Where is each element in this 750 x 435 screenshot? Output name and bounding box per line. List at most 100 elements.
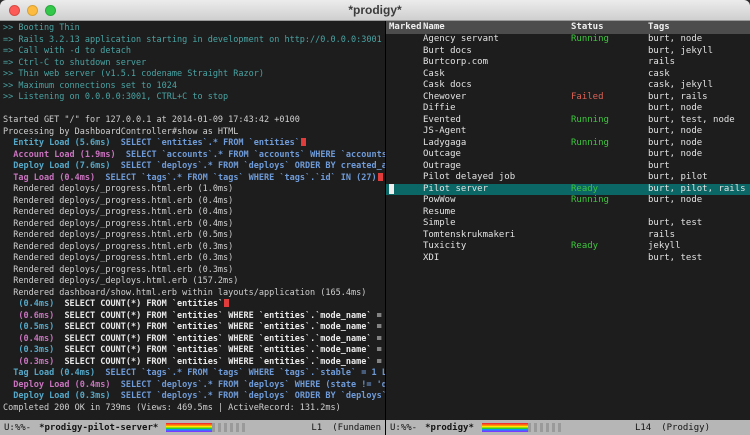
service-name: Tomtenskrukmakeri xyxy=(423,230,571,242)
service-row[interactable]: PowWowRunningburt, node xyxy=(386,195,750,207)
services-list[interactable]: Agency servantRunningburt, nodeBurt docs… xyxy=(386,34,750,420)
column-header-status: Status xyxy=(571,21,648,34)
log-line: Tag Load (0.4ms) SELECT `tags`.* FROM `t… xyxy=(3,173,385,185)
service-row[interactable]: ChewoverFailedburt, rails xyxy=(386,92,750,104)
log-line: Rendered dashboard/show.html.erb within … xyxy=(3,288,385,300)
log-line: Deploy Load (0.3ms) SELECT `deploys`.* F… xyxy=(3,391,385,403)
log-line: => Rails 3.2.13 application starting in … xyxy=(3,35,385,47)
service-tags: burt, test xyxy=(648,253,750,265)
service-row[interactable]: Burtcorp.comrails xyxy=(386,57,750,69)
service-row[interactable]: XDI burt, test xyxy=(386,253,750,265)
service-name: Pilot delayed job xyxy=(423,172,571,184)
service-row[interactable]: Resume xyxy=(386,207,750,219)
service-tags: burt, test xyxy=(648,218,750,230)
service-tags: burt, pilot, rails xyxy=(648,184,750,196)
log-line: Rendered deploys/_progress.html.erb (0.4… xyxy=(3,207,385,219)
service-name: Simple xyxy=(423,218,571,230)
service-status: Ready xyxy=(571,184,648,196)
service-marked-cell xyxy=(386,138,423,150)
log-line: Deploy Load (7.6ms) SELECT `deploys`.* F… xyxy=(3,161,385,173)
service-row[interactable]: JS-Agentburt, node xyxy=(386,126,750,138)
service-row[interactable]: EventedRunningburt, test, node xyxy=(386,115,750,127)
modeline-major-mode: (Fundamen xyxy=(332,423,381,433)
cursor xyxy=(389,184,394,194)
terminal-window: *prodigy* >> Booting Thin=> Rails 3.2.13… xyxy=(0,0,750,435)
service-marked-cell xyxy=(386,126,423,138)
modeline-status-flags: U:%%- xyxy=(4,423,31,433)
service-marked-cell xyxy=(386,92,423,104)
modeline-buffer-name: *prodigy-pilot-server* xyxy=(39,423,158,433)
service-tags: burt, node xyxy=(648,126,750,138)
zoom-button[interactable] xyxy=(45,5,56,16)
service-row[interactable]: Tomtenskrukmakeri rails xyxy=(386,230,750,242)
service-status xyxy=(571,149,648,161)
service-status xyxy=(571,253,648,265)
close-button[interactable] xyxy=(9,5,20,16)
service-name: Agency servant xyxy=(423,34,571,46)
service-name: Resume xyxy=(423,207,571,219)
log-line: Deploy Load (0.4ms) SELECT `deploys`.* F… xyxy=(3,380,385,392)
log-line: Rendered deploys/_deploys.html.erb (157.… xyxy=(3,276,385,288)
prodigy-pane[interactable]: MarkedNameStatusTags Agency servantRunni… xyxy=(386,21,750,435)
log-line: => Ctrl-C to shutdown server xyxy=(3,58,385,70)
service-marked-cell xyxy=(386,103,423,115)
log-line xyxy=(3,104,385,116)
service-row[interactable]: Diffieburt, node xyxy=(386,103,750,115)
service-marked-cell xyxy=(386,195,423,207)
service-row[interactable]: Caskcask xyxy=(386,69,750,81)
service-marked-cell xyxy=(386,69,423,81)
server-log[interactable]: >> Booting Thin=> Rails 3.2.13 applicati… xyxy=(0,21,385,420)
service-status: Running xyxy=(571,195,648,207)
service-row[interactable]: TuxicityReadyjekyll xyxy=(386,241,750,253)
window-title: *prodigy* xyxy=(0,3,750,17)
log-line: Entity Load (5.6ms) SELECT `entities`.* … xyxy=(3,138,385,150)
service-marked-cell xyxy=(386,184,423,196)
service-row[interactable]: Burt docsburt, jekyll xyxy=(386,46,750,58)
service-marked-cell xyxy=(386,57,423,69)
log-line: >> Booting Thin xyxy=(3,23,385,35)
emacs-frame: >> Booting Thin=> Rails 3.2.13 applicati… xyxy=(0,21,750,435)
service-row[interactable]: Outcageburt, node xyxy=(386,149,750,161)
service-tags: rails xyxy=(648,57,750,69)
titlebar[interactable]: *prodigy* xyxy=(0,0,750,21)
service-name: XDI xyxy=(423,253,571,265)
service-row[interactable]: Outrageburt xyxy=(386,161,750,173)
log-line: Rendered deploys/_progress.html.erb (0.3… xyxy=(3,265,385,277)
service-name: Diffie xyxy=(423,103,571,115)
service-marked-cell xyxy=(386,172,423,184)
log-line: Processing by DashboardController#show a… xyxy=(3,127,385,139)
service-name: Chewover xyxy=(423,92,571,104)
log-line: Started GET "/" for 127.0.0.1 at 2014-01… xyxy=(3,115,385,127)
log-line: Rendered deploys/_progress.html.erb (1.0… xyxy=(3,184,385,196)
service-status: Running xyxy=(571,138,648,150)
service-row[interactable]: Cask docscask, jekyll xyxy=(386,80,750,92)
log-line: Rendered deploys/_progress.html.erb (0.4… xyxy=(3,196,385,208)
log-line: (0.4ms) SELECT COUNT(*) FROM `entities` xyxy=(3,299,385,311)
service-row[interactable]: Simple burt, test xyxy=(386,218,750,230)
service-row[interactable]: Agency servantRunningburt, node xyxy=(386,34,750,46)
service-marked-cell xyxy=(386,46,423,58)
log-line: (0.3ms) SELECT COUNT(*) FROM `entities` … xyxy=(3,345,385,357)
log-line: Rendered deploys/_progress.html.erb (0.3… xyxy=(3,253,385,265)
service-tags: rails xyxy=(648,230,750,242)
service-marked-cell xyxy=(386,149,423,161)
service-row[interactable]: LadygagaRunningburt, node xyxy=(386,138,750,150)
log-line: Tag Load (0.4ms) SELECT `tags`.* FROM `t… xyxy=(3,368,385,380)
nyan-track-icon xyxy=(212,423,246,432)
service-row[interactable]: Pilot delayed jobburt, pilot xyxy=(386,172,750,184)
log-line: >> Maximum connections set to 1024 xyxy=(3,81,385,93)
service-status xyxy=(571,69,648,81)
log-pane[interactable]: >> Booting Thin=> Rails 3.2.13 applicati… xyxy=(0,21,386,435)
column-header-name: Name xyxy=(423,21,571,34)
log-line: (0.6ms) SELECT COUNT(*) FROM `entities` … xyxy=(3,311,385,323)
log-line: Completed 200 OK in 739ms (Views: 469.5m… xyxy=(3,403,385,415)
service-status xyxy=(571,80,648,92)
service-marked-cell xyxy=(386,80,423,92)
service-row[interactable]: Pilot serverReadyburt, pilot, rails xyxy=(386,184,750,196)
service-name: Pilot server xyxy=(423,184,571,196)
service-status: Running xyxy=(571,115,648,127)
service-status xyxy=(571,57,648,69)
minimize-button[interactable] xyxy=(27,5,38,16)
modeline-line-number: L14 xyxy=(635,423,651,433)
left-modeline: U:%%- *prodigy-pilot-server* L1 (Fundame… xyxy=(0,420,385,435)
